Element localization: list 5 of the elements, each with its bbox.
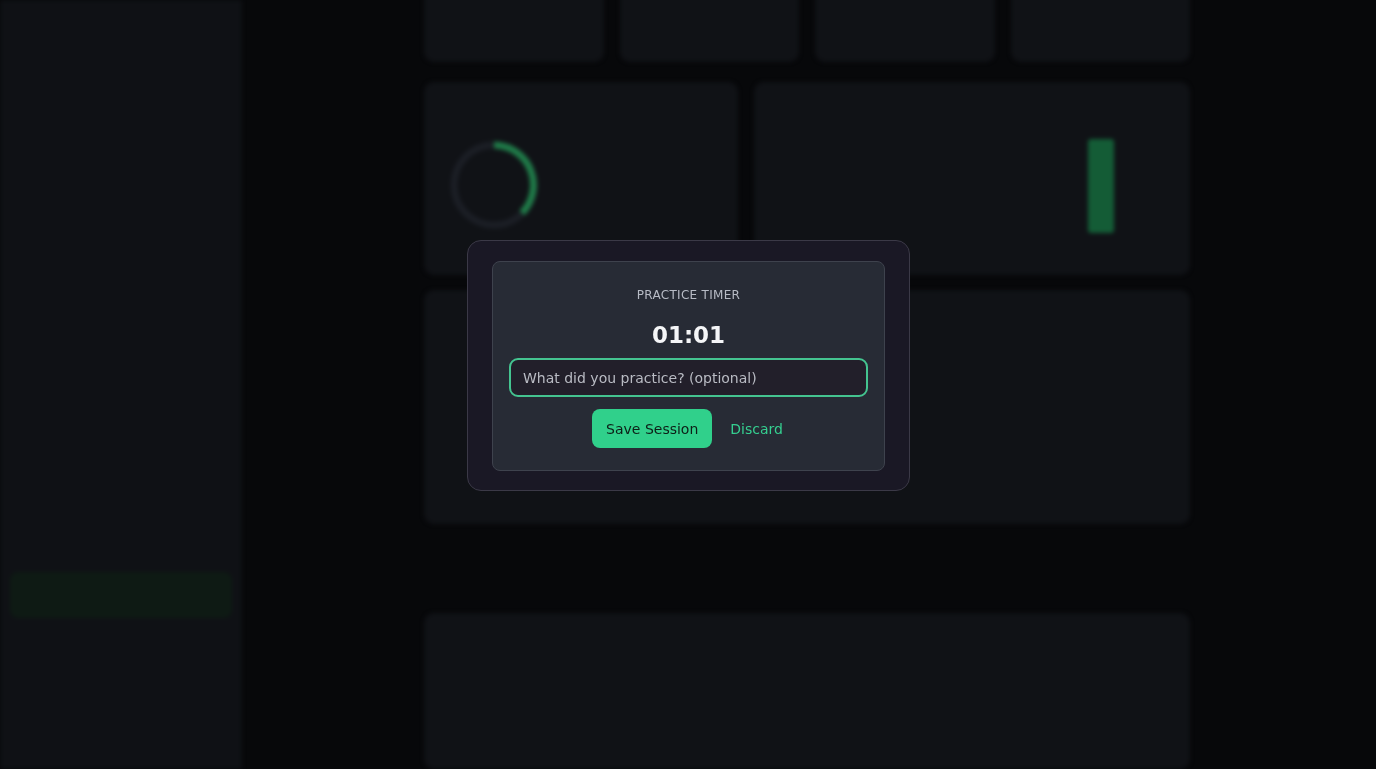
note-input-field[interactable]: What did you practice? (optional) [509, 358, 868, 397]
timer-display: 01:01 [651, 322, 726, 348]
discard-link[interactable]: Discard [728, 416, 785, 441]
save-button[interactable]: Save Session [592, 409, 713, 448]
dialog-title: PRACTICE TIMER [636, 288, 741, 302]
